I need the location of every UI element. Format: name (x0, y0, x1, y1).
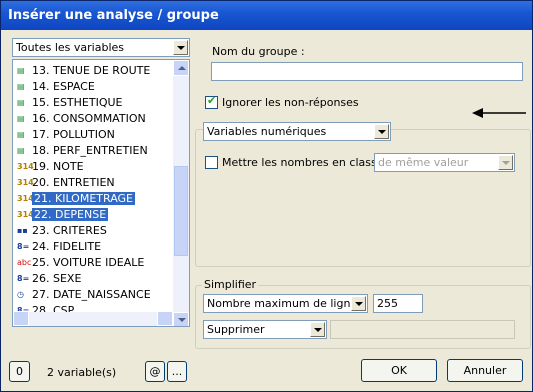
bars-icon: ▤ (17, 82, 25, 91)
bars-icon: ▤ (17, 114, 25, 123)
list-item-label: 13. TENUE DE ROUTE (32, 64, 151, 77)
list-item[interactable]: 31421. KILOMETRAGE (17, 191, 136, 206)
number-icon: 314 (17, 162, 34, 171)
at-button[interactable]: @ (145, 361, 165, 382)
list-item[interactable]: ▤ 14. ESPACE (17, 79, 95, 94)
horizontal-scrollbar[interactable] (13, 311, 173, 326)
list-item[interactable]: 8= 26. SEXE (17, 271, 81, 286)
number-icon: 314 (17, 210, 34, 219)
variable-type-value: Variables numériques (207, 125, 327, 138)
list-item-label: 24. FIDELITE (32, 240, 102, 253)
chevron-down-icon[interactable] (374, 124, 389, 139)
list-item-label: 27. DATE_NAISSANCE (32, 288, 151, 301)
chevron-down-icon[interactable] (310, 322, 325, 337)
list-item-label: 16. CONSOMMATION (32, 112, 146, 125)
scroll-right-icon[interactable] (157, 311, 173, 326)
dialog-window: Insérer une analyse / groupe Toutes les … (0, 0, 533, 392)
variable-count-label: 2 variable(s) (47, 366, 117, 379)
title-bar: Insérer une analyse / groupe (1, 1, 532, 30)
list-item[interactable]: ◷ 27. DATE_NAISSANCE (17, 287, 151, 302)
list-item[interactable]: ▪▪ 23. CRITERES (17, 223, 107, 238)
date-icon: ◷ (17, 290, 24, 299)
single-choice-icon: 8= (17, 242, 30, 251)
list-item[interactable]: ▤ 13. TENUE DE ROUTE (17, 63, 150, 78)
list-item[interactable]: 31419. NOTE (17, 159, 84, 174)
simplify-criterion-value: Nombre maximum de lignes (207, 297, 363, 310)
number-icon: 314 (17, 178, 34, 187)
bars-icon: ▤ (17, 146, 25, 155)
ignore-nonresponses-label: Ignorer les non-réponses (222, 96, 359, 109)
group-name-label: Nom du groupe : (212, 45, 305, 58)
scroll-up-icon[interactable] (173, 60, 189, 76)
variables-groupbox (195, 129, 531, 267)
list-item-label: 25. VOITURE IDEALE (32, 256, 145, 269)
multi-choice-icon: ▪▪ (17, 226, 28, 235)
variable-list[interactable]: 8=28. CSP◷27. DATE_NAISSANCE8=26. SEXEab… (12, 59, 190, 327)
variable-type-dropdown[interactable]: Variables numériques (203, 122, 391, 141)
scroll-left-icon[interactable] (13, 311, 29, 326)
chevron-down-icon[interactable] (173, 40, 188, 55)
cancel-button[interactable]: Annuler (447, 359, 523, 382)
list-item[interactable]: 31422. DEPENSE (17, 207, 109, 222)
list-item-label: 15. ESTHETIQUE (32, 96, 123, 109)
list-item-label: 19. NOTE (32, 160, 84, 173)
classes-mode-dropdown[interactable]: de même valeur (374, 153, 515, 172)
chevron-down-icon[interactable] (351, 296, 366, 311)
list-item[interactable]: 8= 24. FIDELITE (17, 239, 101, 254)
list-item-label: 21. KILOMETRAGE (32, 192, 136, 205)
single-choice-icon: 8= (17, 274, 30, 283)
list-item-label: 22. DEPENSE (32, 208, 109, 221)
simplify-criterion-dropdown[interactable]: Nombre maximum de lignes (203, 294, 368, 313)
group-name-input[interactable] (211, 62, 523, 81)
simplify-extra-input[interactable] (330, 320, 515, 339)
list-item[interactable]: ▤ 18. PERF_ENTRETIEN (17, 143, 148, 158)
list-item[interactable]: 31420. ENTRETIEN (17, 175, 115, 190)
ignore-nonresponses-checkbox[interactable] (205, 94, 218, 109)
more-button[interactable]: ... (167, 361, 187, 382)
list-item-label: 26. SEXE (32, 272, 82, 285)
ok-button[interactable]: OK (361, 359, 437, 382)
bars-icon: ▤ (17, 130, 25, 139)
variable-filter-value: Toutes les variables (16, 41, 125, 54)
scroll-down-icon[interactable] (173, 312, 189, 326)
classes-label: Mettre les nombres en classes (222, 156, 390, 169)
list-item[interactable]: ▤ 15. ESTHETIQUE (17, 95, 123, 110)
bars-icon: ▤ (17, 66, 25, 75)
simplify-title: Simplifier (202, 278, 259, 291)
classes-checkbox[interactable] (205, 156, 218, 169)
list-item-label: 14. ESPACE (32, 80, 95, 93)
list-item[interactable]: abc25. VOITURE IDEALE (17, 255, 144, 270)
max-lines-input[interactable]: 255 (373, 294, 423, 313)
list-item-label: 17. POLLUTION (32, 128, 115, 141)
simplify-action-value: Supprimer (207, 323, 265, 336)
bars-icon: ▤ (17, 98, 25, 107)
text-icon: abc (17, 258, 32, 267)
classes-mode-value: de même valeur (378, 156, 469, 169)
number-icon: 314 (17, 194, 34, 203)
list-item-label: 23. CRITERES (32, 224, 107, 237)
list-item-label: 18. PERF_ENTRETIEN (32, 144, 148, 157)
list-item[interactable]: ▤ 16. CONSOMMATION (17, 111, 146, 126)
scroll-thumb[interactable] (174, 166, 188, 256)
window-title: Insérer une analyse / groupe (8, 8, 219, 23)
arrow-left-icon (472, 108, 526, 118)
chevron-down-icon[interactable] (498, 155, 513, 170)
vertical-scrollbar[interactable] (173, 60, 189, 326)
zero-button[interactable]: 0 (9, 361, 30, 382)
simplify-action-dropdown[interactable]: Supprimer (203, 320, 327, 339)
list-item-label: 20. ENTRETIEN (32, 176, 115, 189)
list-item[interactable]: ▤ 17. POLLUTION (17, 127, 115, 142)
variable-filter-dropdown[interactable]: Toutes les variables (12, 38, 190, 57)
